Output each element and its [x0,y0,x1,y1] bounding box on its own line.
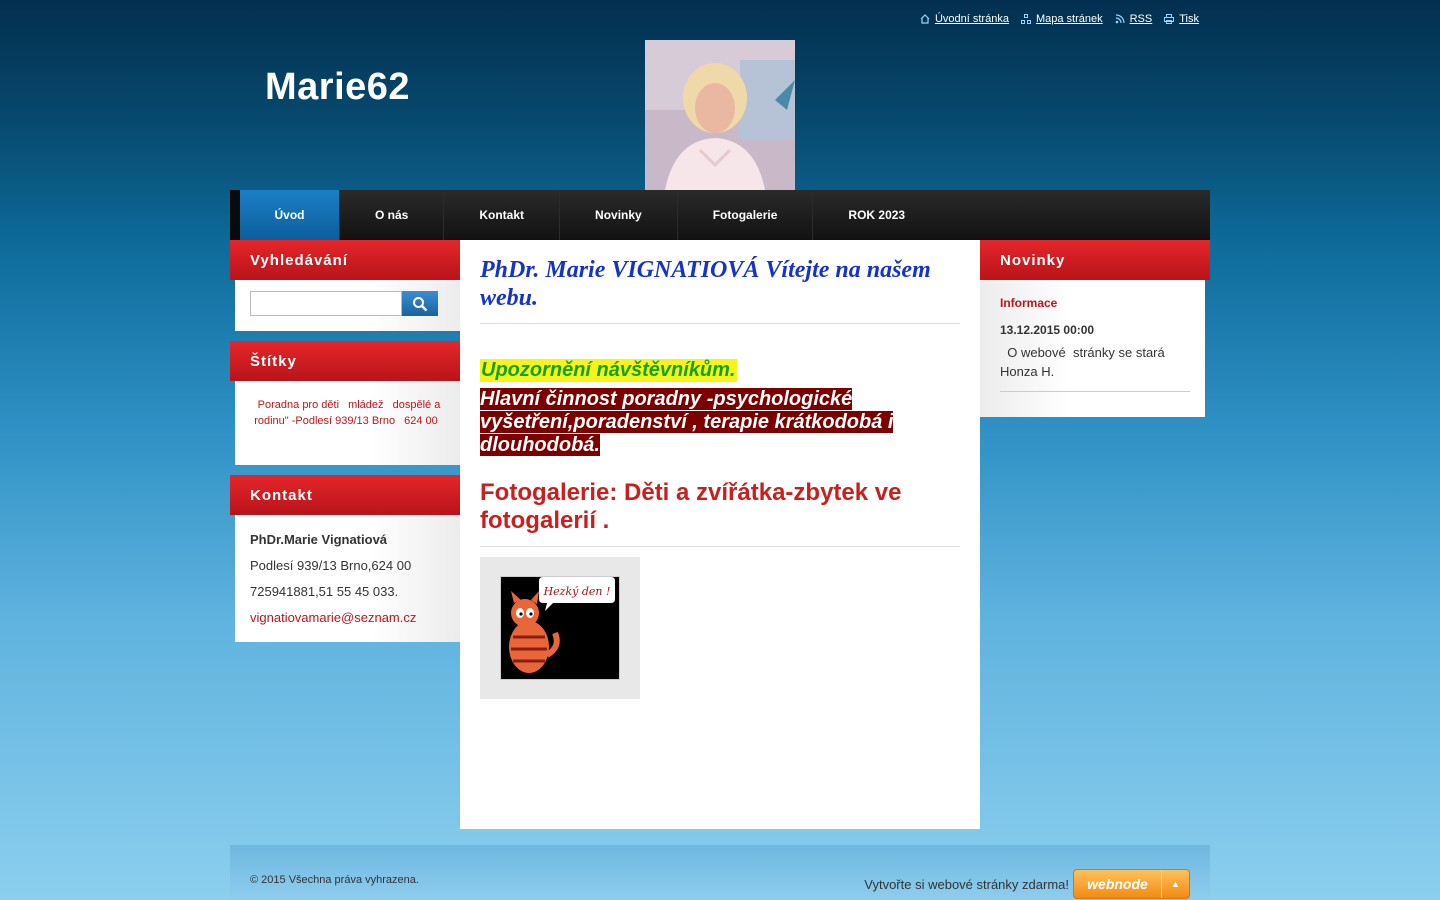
sitemap-icon [1020,14,1031,24]
page-heading: PhDr. Marie VIGNATIOVÁ Vítejte na našem … [480,256,960,324]
news-item-link[interactable]: Informace [1000,296,1057,310]
rss-icon [1115,14,1125,24]
contact-phone: 725941881,51 55 45 033. [250,584,399,599]
main-activity-text: Hlavní činnost poradny -psychologické vy… [480,388,894,456]
contact-box-title: Kontakt [230,475,460,515]
sitemap-link[interactable]: Mapa stránek [1020,13,1103,25]
print-icon [1164,14,1175,24]
home-icon [920,14,930,24]
main-nav: Úvod O nás Kontakt Novinky Fotogalerie R… [230,190,1210,240]
webnode-promo: Vytvořte si webové stránky zdarma! webno… [864,869,1190,899]
search-button[interactable] [402,291,438,316]
tags-box: Poradna pro děti mládež dospělé a rodinu… [235,381,460,465]
webnode-logo: webnode [1087,876,1148,892]
nav-item-kontakt[interactable]: Kontakt [444,190,561,240]
visitor-warning: Upozornění návštěvníkům. [480,359,737,382]
contact-box: PhDr.Marie Vignatiová Podlesí 939/13 Brn… [235,515,460,642]
gallery-thumbnail[interactable]: Hezký den ! [500,576,620,680]
nav-item-rok-2023[interactable]: ROK 2023 [813,190,940,240]
arrow-up-icon: ▲ [1161,870,1189,898]
nav-item-o-nas[interactable]: O nás [340,190,445,240]
news-box-title: Novinky [980,240,1210,280]
thumbnail-caption: Hezký den ! [543,585,611,598]
gallery-thumbnail-frame: Hezký den ! [480,557,640,699]
search-icon [413,296,428,311]
copyright: © 2015 Všechna práva vyhrazena. [250,874,419,886]
header-photo [645,40,795,190]
footer: © 2015 Všechna práva vyhrazena. Vytvořte… [230,845,1210,900]
nav-item-fotogalerie[interactable]: Fotogalerie [678,190,814,240]
contact-address: Podlesí 939/13 Brno,624 00 [250,558,412,573]
contact-name: PhDr.Marie Vignatiová [250,532,388,547]
gallery-heading: Fotogalerie: Děti a zvířátka-zbytek ve f… [480,479,960,547]
nav-item-uvod[interactable]: Úvod [240,190,340,240]
print-link-label: Tisk [1179,13,1199,25]
print-link[interactable]: Tisk [1164,13,1199,25]
webnode-button[interactable]: webnode ▲ [1073,869,1190,899]
search-box-title: Vyhledávání [230,240,460,280]
rss-link[interactable]: RSS [1115,13,1153,25]
main-activity: Hlavní činnost poradny -psychologické vy… [480,388,960,457]
news-item-date: 13.12.2015 00:00 [1000,323,1095,337]
rss-link-label: RSS [1129,13,1153,25]
promo-text[interactable]: Vytvořte si webové stránky zdarma! [864,877,1069,892]
right-sidebar: Novinky Informace 13.12.2015 00:00 O web… [980,240,1210,417]
tag-link[interactable]: mládež [348,399,383,411]
tag-link[interactable]: 624 00 [404,415,438,427]
top-links: Úvodní stránka Mapa stránek RSS Tisk [920,13,1199,25]
home-link[interactable]: Úvodní stránka [920,13,1009,25]
nav-item-novinky[interactable]: Novinky [560,190,678,240]
contact-email-link[interactable]: vignatiovamarie@seznam.cz [250,610,416,625]
news-item-text: O webové stránky se stará Honza H. [1000,343,1190,392]
main-content: PhDr. Marie VIGNATIOVÁ Vítejte na našem … [460,240,980,829]
home-link-label: Úvodní stránka [934,13,1009,25]
tags-box-title: Štítky [230,341,460,381]
tag-link[interactable]: Poradna pro děti [258,399,339,411]
news-box: Informace 13.12.2015 00:00 O webové strá… [980,280,1205,417]
search-input[interactable] [250,291,402,316]
left-sidebar: Vyhledávání Štítky Poradna pro děti mlád… [230,240,460,642]
site-title[interactable]: Marie62 [265,66,410,109]
sitemap-link-label: Mapa stránek [1035,13,1103,25]
search-box [235,280,460,331]
